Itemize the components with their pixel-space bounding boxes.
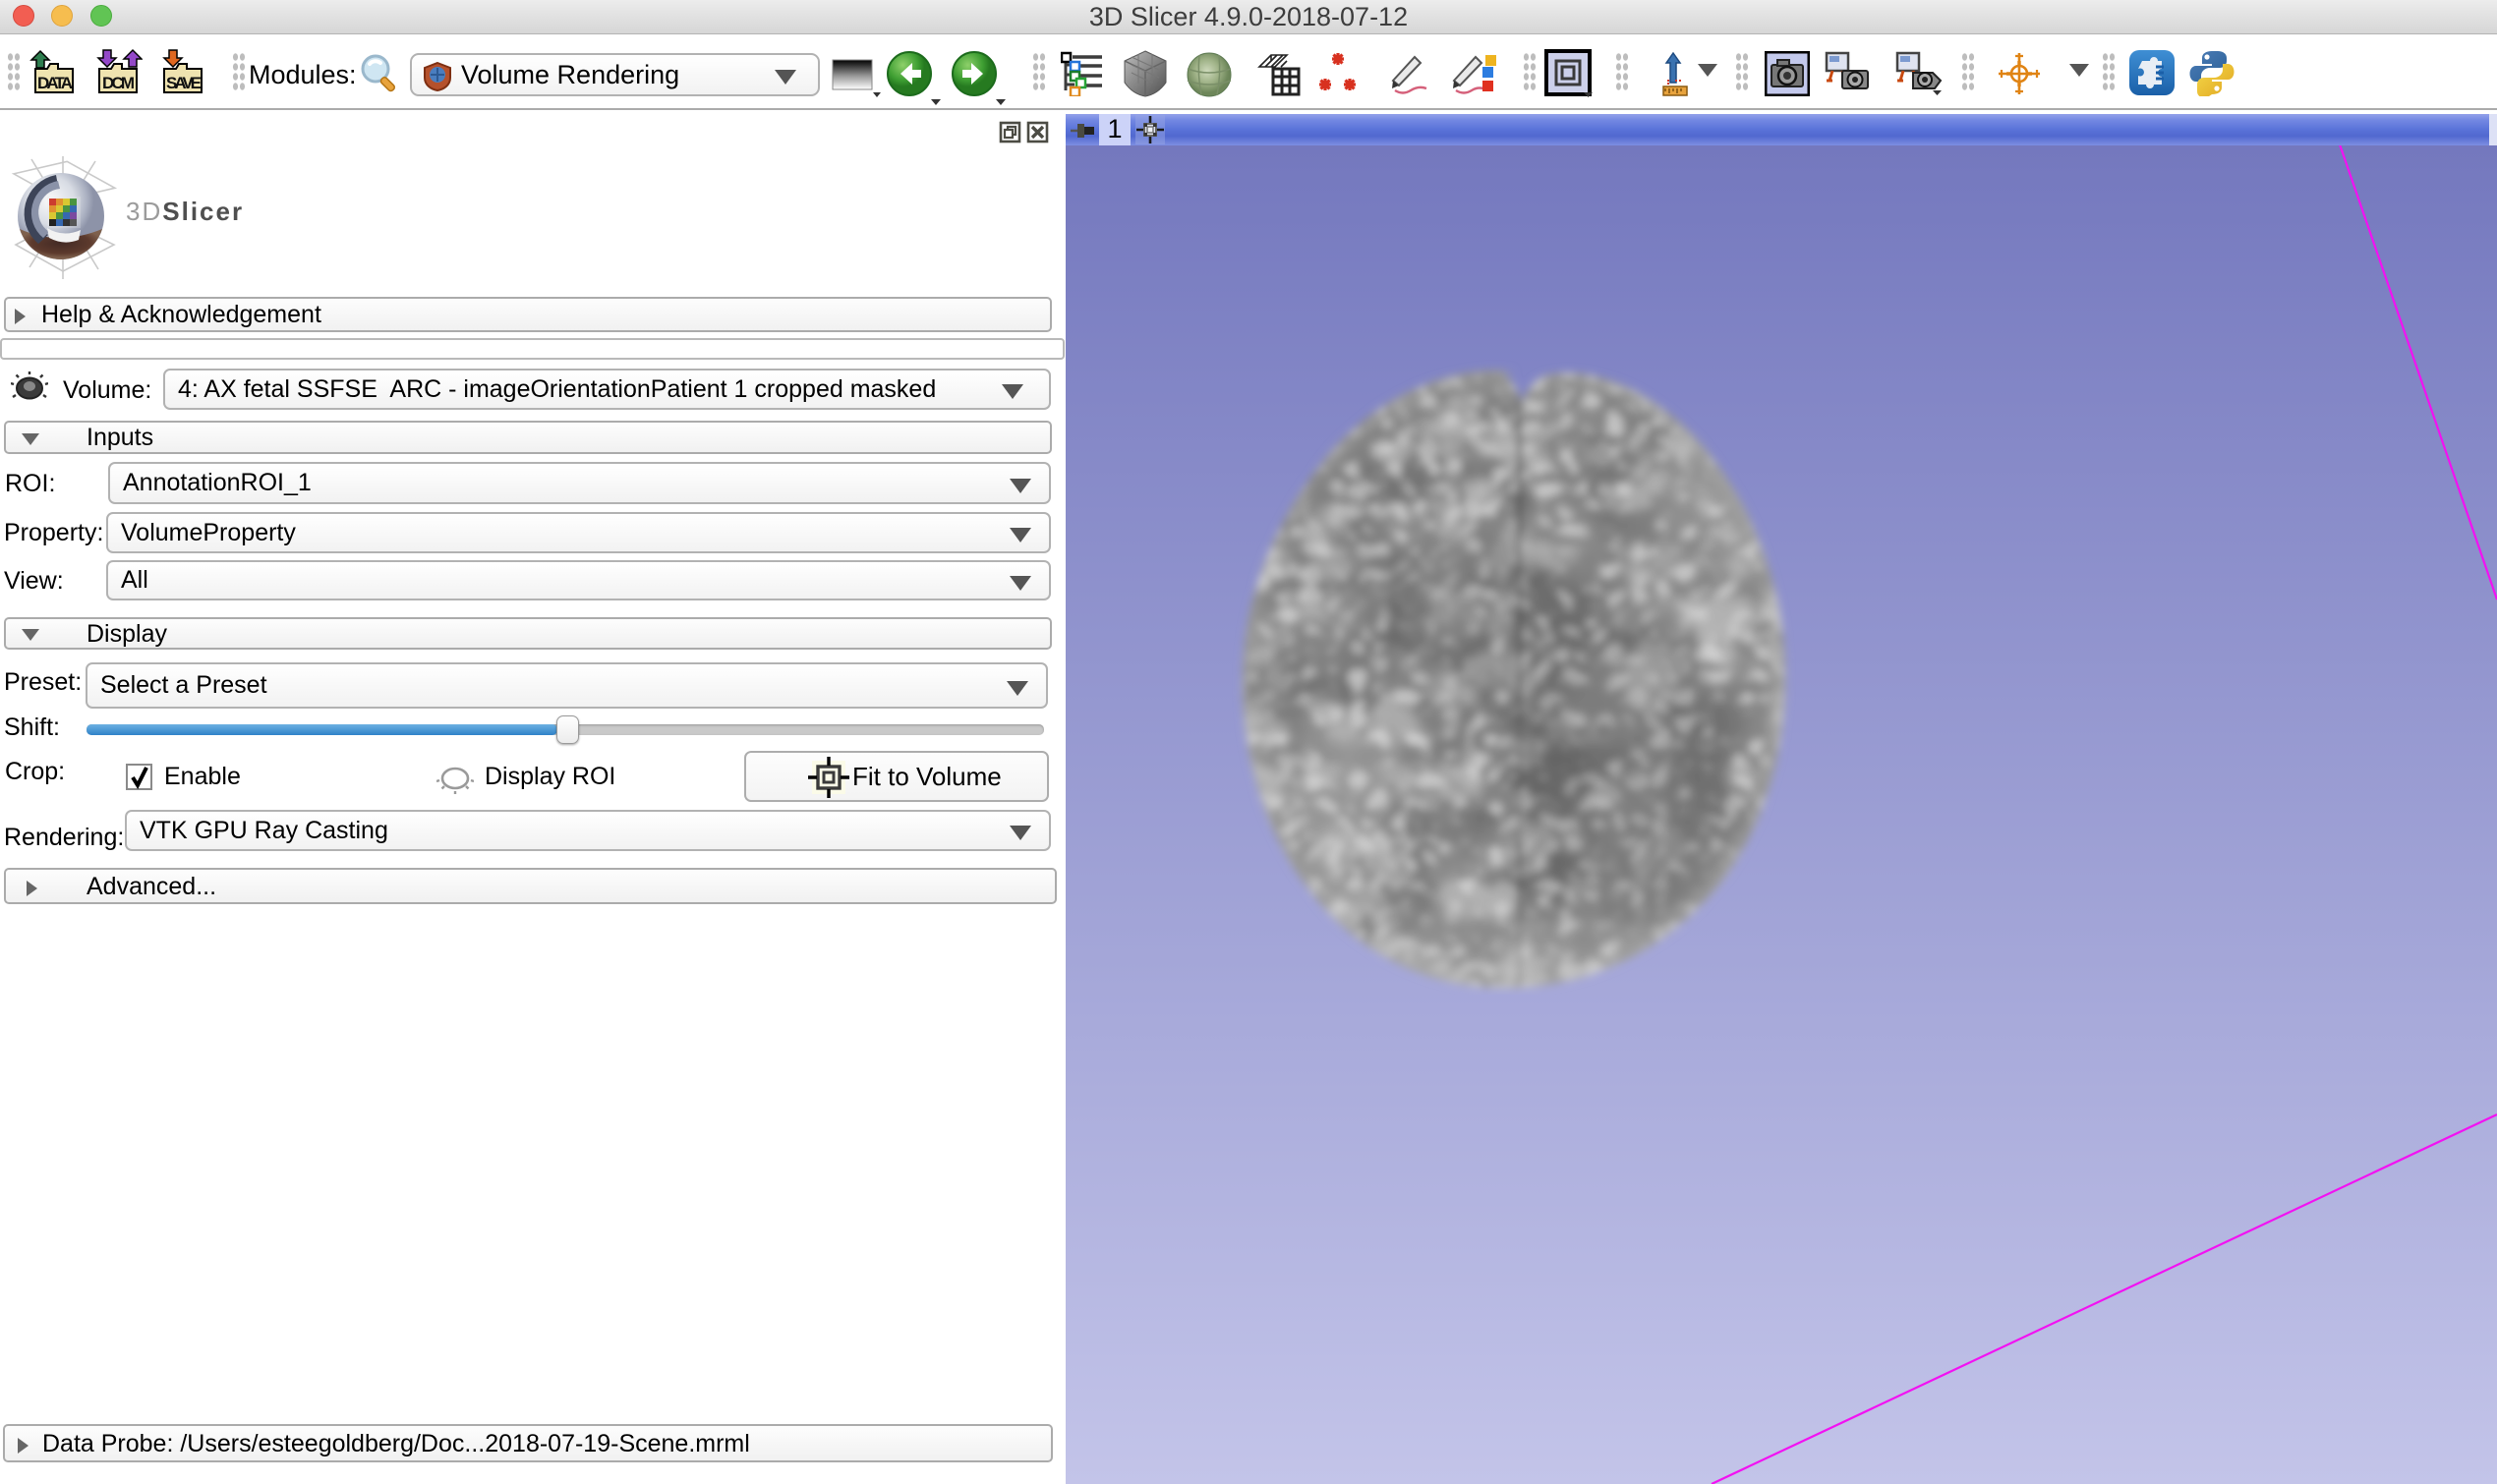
svg-text:DATA: DATA [37,74,73,92]
svg-text:SAVE: SAVE [166,74,202,92]
svg-text:DCM: DCM [102,74,135,92]
